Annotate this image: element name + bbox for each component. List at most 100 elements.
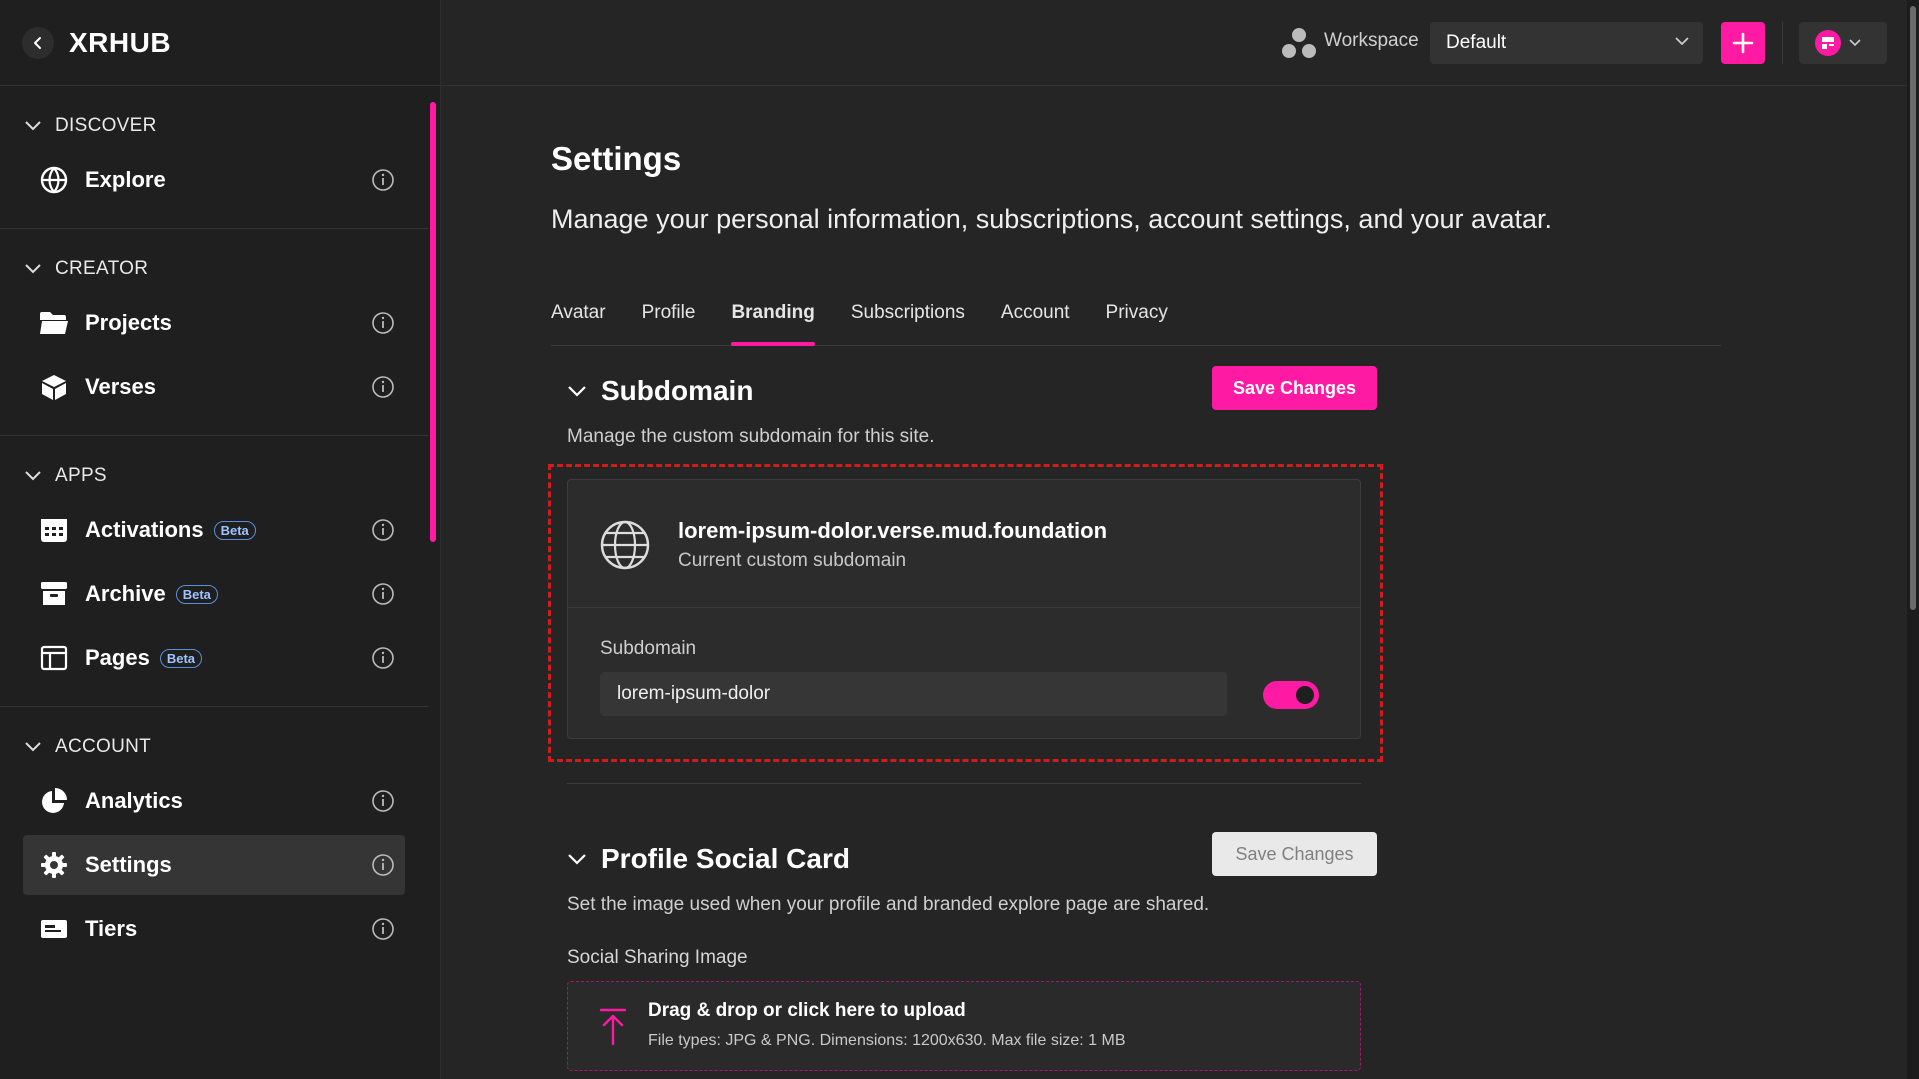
sidebar-nav: DISCOVER Explore CREATOR Projects Verses… [0,86,428,1079]
beta-badge: Beta [175,584,218,604]
info-icon[interactable] [371,789,395,813]
pie-chart-icon [38,785,70,817]
subdomain-heading: Subdomain [601,375,754,406]
chevron-down-icon [25,742,41,752]
current-subdomain: lorem-ipsum-dolor.verse.mud.foundation [678,518,1108,543]
sidebar-scrollbar[interactable] [430,90,436,1079]
calendar-grid-icon [38,514,70,546]
globe-icon [38,164,70,196]
sidebar-section-discover: DISCOVER Explore [0,86,428,229]
sidebar-item-label: Settings [85,852,172,877]
sidebar-item-tiers[interactable]: Tiers [23,899,405,959]
upload-arrow-icon [599,1008,627,1046]
cube-icon [38,371,70,403]
section-title: DISCOVER [55,115,157,136]
subdomain-section-toggle[interactable]: Subdomain [567,375,753,407]
plus-icon [1732,32,1754,54]
social-card-save-button[interactable]: Save Changes [1212,832,1377,876]
info-icon[interactable] [371,853,395,877]
folder-icon [38,307,70,339]
workspace-select-value: Default [1446,32,1507,53]
sidebar-section-account: ACCOUNT Analytics Settings Tiers [0,707,428,977]
subdomain-input[interactable]: lorem-ipsum-dolor [600,672,1227,716]
ticket-icon [38,913,70,945]
sidebar-item-explore[interactable]: Explore [23,150,405,210]
workspace-select[interactable]: Default [1430,22,1703,64]
top-bar: Workspace Default [441,0,1919,86]
subdomain-save-button[interactable]: Save Changes [1212,366,1377,410]
sidebar-item-label: Activations [85,517,204,542]
chevron-down-icon [25,471,41,481]
add-button[interactable] [1721,22,1765,64]
info-icon[interactable] [371,917,395,941]
sidebar-item-projects[interactable]: Projects [23,293,405,353]
sidebar-header: XRHUB [0,0,440,86]
upload-title: Drag & drop or click here to upload [648,1000,966,1021]
info-icon[interactable] [371,582,395,606]
sidebar-section-apps: APPS Activations Beta Archive Beta Pages… [0,436,428,707]
section-toggle-discover[interactable]: DISCOVER [0,106,428,146]
chevron-down-icon [25,121,41,131]
info-icon[interactable] [371,311,395,335]
sidebar-item-archive[interactable]: Archive Beta [23,564,405,624]
chevron-down-icon [1675,37,1689,46]
image-upload-dropzone[interactable]: Drag & drop or click here to upload File… [567,981,1361,1071]
upload-hint: File types: JPG & PNG. Dimensions: 1200x… [648,1032,1126,1049]
tab-privacy[interactable]: Privacy [1106,294,1168,345]
sidebar-item-activations[interactable]: Activations Beta [23,500,405,560]
social-image-label: Social Sharing Image [567,947,748,968]
tab-avatar[interactable]: Avatar [551,294,606,345]
subdomain-description: Manage the custom subdomain for this sit… [567,426,935,447]
workspace-icon [1282,28,1316,58]
info-icon[interactable] [371,168,395,192]
header-divider [1782,22,1783,64]
section-title: CREATOR [55,258,149,279]
sidebar-item-label: Tiers [85,916,138,941]
sidebar-item-analytics[interactable]: Analytics [23,771,405,831]
sidebar-item-label: Analytics [85,788,183,813]
social-card-section-toggle[interactable]: Profile Social Card [567,843,850,875]
page-scrollbar-thumb[interactable] [1910,6,1916,610]
tab-account[interactable]: Account [1001,294,1070,345]
subdomain-card: lorem-ipsum-dolor.verse.mud.foundation C… [567,479,1361,739]
chevron-left-icon [34,36,41,49]
sidebar-scrollbar-thumb[interactable] [430,102,436,542]
sidebar-item-pages[interactable]: Pages Beta [23,628,405,688]
tab-subscriptions[interactable]: Subscriptions [851,294,965,345]
sidebar: XRHUB DISCOVER Explore CREATOR Projects … [0,0,441,1079]
back-button[interactable] [22,26,54,59]
chevron-down-icon [1849,39,1861,47]
info-icon[interactable] [371,646,395,670]
current-subdomain-caption: Current custom subdomain [678,550,907,571]
sidebar-section-creator: CREATOR Projects Verses [0,229,428,436]
section-toggle-creator[interactable]: CREATOR [0,249,428,289]
section-toggle-apps[interactable]: APPS [0,456,428,496]
sidebar-item-label: Archive [85,581,166,606]
section-title: ACCOUNT [55,736,152,757]
beta-badge: Beta [213,520,256,540]
subdomain-field-label: Subdomain [600,638,697,659]
section-toggle-account[interactable]: ACCOUNT [0,727,428,767]
info-icon[interactable] [371,518,395,542]
social-card-heading: Profile Social Card [601,843,850,874]
page-scrollbar[interactable] [1907,0,1919,1079]
archive-icon [38,578,70,610]
sidebar-item-settings[interactable]: Settings [23,835,405,895]
avatar-logo-icon [1822,37,1834,49]
tab-profile[interactable]: Profile [642,294,696,345]
section-title: APPS [55,465,107,486]
sidebar-item-label: Verses [85,374,156,399]
tab-branding[interactable]: Branding [731,294,816,346]
workspace-label: Workspace [1324,30,1419,51]
current-subdomain-row: lorem-ipsum-dolor.verse.mud.foundation C… [568,480,1360,608]
info-icon[interactable] [371,375,395,399]
sidebar-item-verses[interactable]: Verses [23,357,405,417]
user-menu-button[interactable] [1799,22,1887,64]
gear-icon [38,849,70,881]
sidebar-item-label: Projects [85,310,172,335]
beta-badge: Beta [159,648,203,668]
sidebar-item-label: Pages [85,645,150,670]
avatar [1815,30,1841,56]
page-description: Manage your personal information, subscr… [551,204,1553,234]
subdomain-toggle[interactable] [1263,681,1319,709]
